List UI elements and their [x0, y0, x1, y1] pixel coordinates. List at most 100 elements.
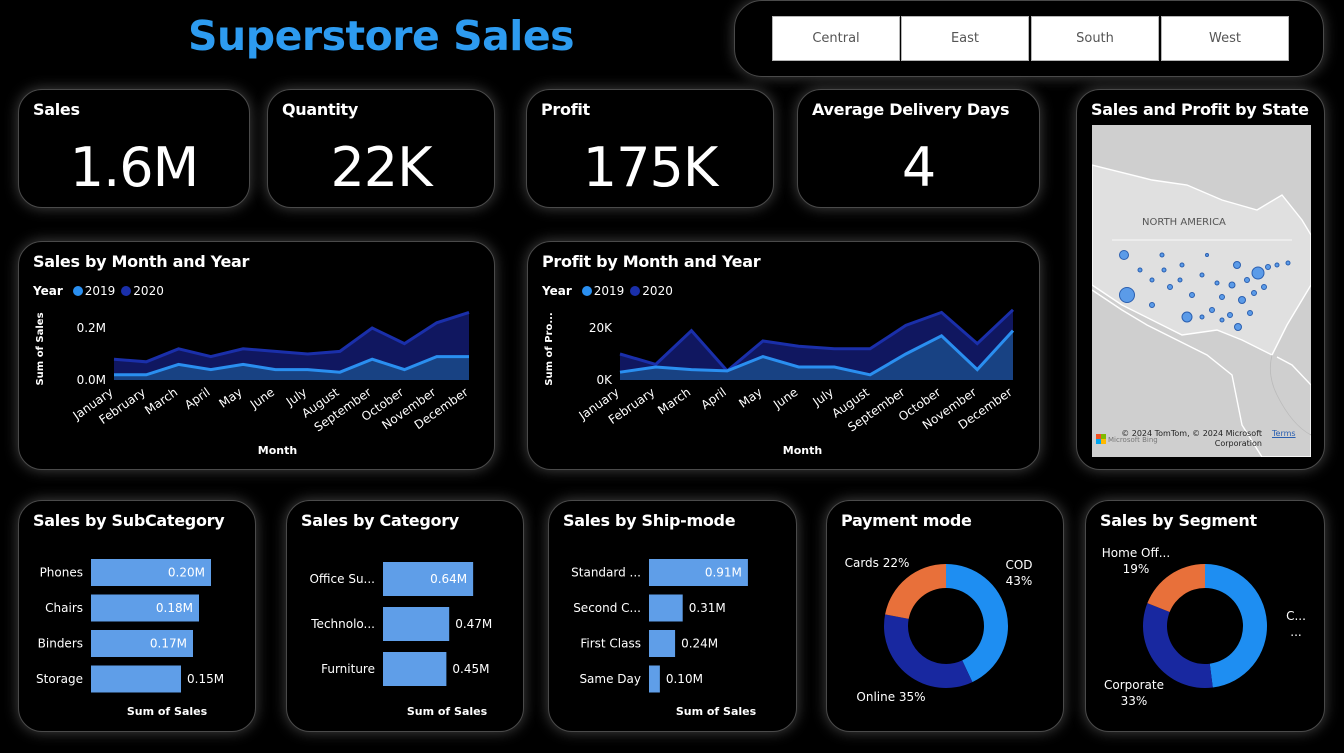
map-bubble[interactable]: [1214, 280, 1220, 286]
x-tick-label: March: [655, 385, 693, 417]
bar-category-label: Second C...: [573, 601, 641, 615]
map-bubble[interactable]: [1274, 262, 1280, 268]
donut-slice-homeoff: [1147, 564, 1205, 613]
x-tick-label: June: [770, 385, 800, 412]
x-axis-label: Month: [783, 444, 822, 457]
kpi-value: 1.6M: [69, 136, 199, 199]
x-tick-label: July: [810, 385, 837, 409]
segment-donut-chart[interactable]: C...... Corporate 33% Home Off... 19%: [1086, 501, 1326, 733]
bar: [649, 630, 676, 657]
map-bubble[interactable]: [1199, 314, 1205, 320]
kpi-delivery-card[interactable]: Average Delivery Days 4: [797, 89, 1040, 208]
kpi-label: Average Delivery Days: [812, 100, 1010, 119]
donut-data-label: Online 35%: [856, 690, 925, 704]
dashboard-title: Superstore Sales: [188, 12, 575, 60]
donut-data-label: Home Off...: [1102, 546, 1170, 560]
kpi-label: Profit: [541, 100, 590, 119]
y-tick-label: 0.0M: [77, 373, 106, 387]
kpi-label: Sales: [33, 100, 80, 119]
kpi-value: 22K: [330, 136, 432, 199]
map-bubble[interactable]: [1189, 292, 1195, 298]
map-visual[interactable]: NORTH AMERICA Microsoft Bing © 2024 TomT…: [1092, 125, 1311, 457]
map-bubble[interactable]: [1238, 296, 1246, 304]
kpi-quantity-card[interactable]: Quantity 22K: [267, 89, 495, 208]
map-bubble[interactable]: [1179, 262, 1185, 268]
sales-by-subcategory-card[interactable]: Sales by SubCategory Phones 0.20M Chairs 0.…: [18, 500, 256, 732]
payment-donut-chart[interactable]: COD 43% Online 35% Cards 22%: [827, 501, 1065, 733]
sales-by-month-card[interactable]: Sales by Month and Year Year 2019 2020 0…: [18, 241, 495, 470]
donut-slice-c: [1205, 564, 1267, 688]
bar-data-label: 0.47M: [455, 617, 492, 631]
kpi-value: 175K: [582, 136, 718, 199]
sales-area-chart[interactable]: 0.2M0.0MJanuaryFebruaryMarch April May June…: [19, 242, 496, 471]
map-bubble[interactable]: [1149, 302, 1155, 308]
map-bubble[interactable]: [1251, 266, 1265, 280]
map-terms-link[interactable]: Terms: [1272, 429, 1296, 438]
slicer-west-button[interactable]: West: [1161, 16, 1289, 61]
donut-slice-cards: [885, 564, 946, 619]
bar-data-label: 0.20M: [168, 566, 205, 580]
map-bubble[interactable]: [1159, 252, 1165, 258]
subcategory-bar-chart[interactable]: Phones 0.20M Chairs 0.18M Binders 0.17M Storag…: [19, 501, 257, 733]
payment-mode-card[interactable]: Payment mode COD 43% Online 35% Cards 22%: [826, 500, 1064, 732]
slicer-central-button[interactable]: Central: [772, 16, 900, 61]
map-bubble[interactable]: [1234, 323, 1242, 331]
bar: [649, 665, 660, 693]
y-tick-label: 0K: [596, 373, 613, 387]
map-bubble[interactable]: [1205, 253, 1209, 257]
map-bubble[interactable]: [1167, 284, 1173, 290]
bar-data-label: 0.24M: [681, 637, 718, 651]
bar-category-label: Standard ...: [571, 566, 641, 580]
donut-slice-online: [884, 614, 973, 688]
x-tick-label: April: [182, 385, 213, 412]
map-bubble[interactable]: [1233, 261, 1241, 269]
y-tick-label: 0.2M: [77, 321, 106, 335]
map-bubble[interactable]: [1119, 287, 1135, 303]
sales-by-category-card[interactable]: Sales by Category Office Su... 0.64M Techn…: [286, 500, 524, 732]
bar-data-label: 0.45M: [452, 662, 489, 676]
map-bubble[interactable]: [1228, 281, 1236, 289]
kpi-sales-card[interactable]: Sales 1.6M: [18, 89, 250, 208]
x-axis-label: Sum of Sales: [407, 705, 488, 718]
map-bubble[interactable]: [1161, 267, 1167, 273]
map-bubble[interactable]: [1137, 267, 1143, 273]
bar-data-label: 0.64M: [430, 572, 467, 586]
bar-data-label: 0.31M: [689, 601, 726, 615]
slicer-south-button[interactable]: South: [1031, 16, 1159, 61]
bar-data-label: 0.10M: [666, 672, 703, 686]
map-bubble[interactable]: [1244, 277, 1250, 283]
map-bubble[interactable]: [1285, 260, 1291, 266]
map-bubble[interactable]: [1177, 277, 1183, 283]
map-card[interactable]: Sales and Profit by State NORTH AMERICA: [1076, 89, 1325, 470]
map-bubble[interactable]: [1227, 312, 1233, 318]
donut-data-label: COD: [1005, 558, 1032, 572]
bar: [383, 607, 450, 641]
map-bubble[interactable]: [1219, 294, 1225, 300]
map-bubble[interactable]: [1265, 264, 1271, 270]
map-bubble[interactable]: [1247, 310, 1253, 316]
shipmode-bar-chart[interactable]: Standard ... 0.91M Second C... 0.31M First C…: [549, 501, 798, 733]
donut-data-label: ...: [1290, 625, 1301, 639]
sales-by-shipmode-card[interactable]: Sales by Ship-mode Standard ... 0.91M Seco…: [548, 500, 797, 732]
map-bubble[interactable]: [1251, 290, 1257, 296]
map-bubble[interactable]: [1219, 317, 1225, 323]
sales-by-segment-card[interactable]: Sales by Segment C...... Corporate 33% Home…: [1085, 500, 1325, 732]
bar-data-label: 0.18M: [156, 601, 193, 615]
map-bubble[interactable]: [1119, 250, 1129, 260]
bar-category-label: Phones: [40, 566, 83, 580]
slicer-east-button[interactable]: East: [901, 16, 1029, 61]
kpi-profit-card[interactable]: Profit 175K: [526, 89, 774, 208]
map-bubble[interactable]: [1199, 272, 1205, 278]
map-bubble[interactable]: [1149, 277, 1155, 283]
region-slicer: Central East South West: [734, 0, 1324, 77]
profit-area-chart[interactable]: 20K0KJanuaryFebruaryMarch April May June Jul…: [528, 242, 1041, 471]
bar-category-label: Same Day: [579, 672, 641, 686]
category-bar-chart[interactable]: Office Su... 0.64M Technolo... 0.47M Furnitu…: [287, 501, 525, 733]
map-bubble[interactable]: [1209, 307, 1215, 313]
map-bubble[interactable]: [1181, 311, 1193, 323]
bar-category-label: Furniture: [321, 662, 375, 676]
map-bubble[interactable]: [1261, 284, 1267, 290]
x-tick-label: March: [142, 385, 180, 417]
bar: [383, 652, 447, 686]
profit-by-month-card[interactable]: Profit by Month and Year Year 2019 2020 …: [527, 241, 1040, 470]
